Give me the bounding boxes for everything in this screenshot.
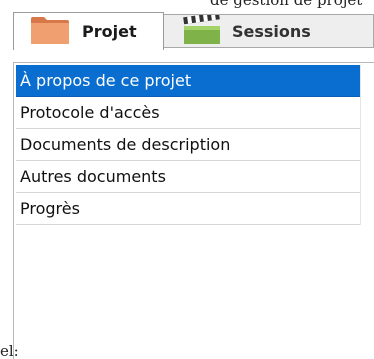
sidebar-item-documents-description[interactable]: Documents de description [16,129,360,161]
tab-projet[interactable]: Projet [13,12,164,50]
sidebar-item-protocole[interactable]: Protocole d'accès [16,97,360,129]
tab-projet-label: Projet [82,22,137,41]
project-nav-list: À propos de ce projet Protocole d'accès … [16,65,361,225]
clipped-caption-text: de gestion de projet [210,0,363,9]
tab-sessions[interactable]: Sessions [163,11,374,49]
sidebar-item-autres-documents[interactable]: Autres documents [16,161,360,193]
clapperboard-icon [182,11,222,49]
clipped-label-fragment: el: [0,342,19,359]
tab-sessions-label: Sessions [232,22,311,41]
tab-bar-divider [163,47,374,48]
project-panel: À propos de ce projet Protocole d'accès … [13,62,374,359]
top-clipped-strip: de gestion de projet [0,0,374,12]
folder-icon [30,15,70,49]
sidebar-item-progres[interactable]: Progrès [16,193,360,225]
sidebar-item-a-propos[interactable]: À propos de ce projet [16,65,360,97]
